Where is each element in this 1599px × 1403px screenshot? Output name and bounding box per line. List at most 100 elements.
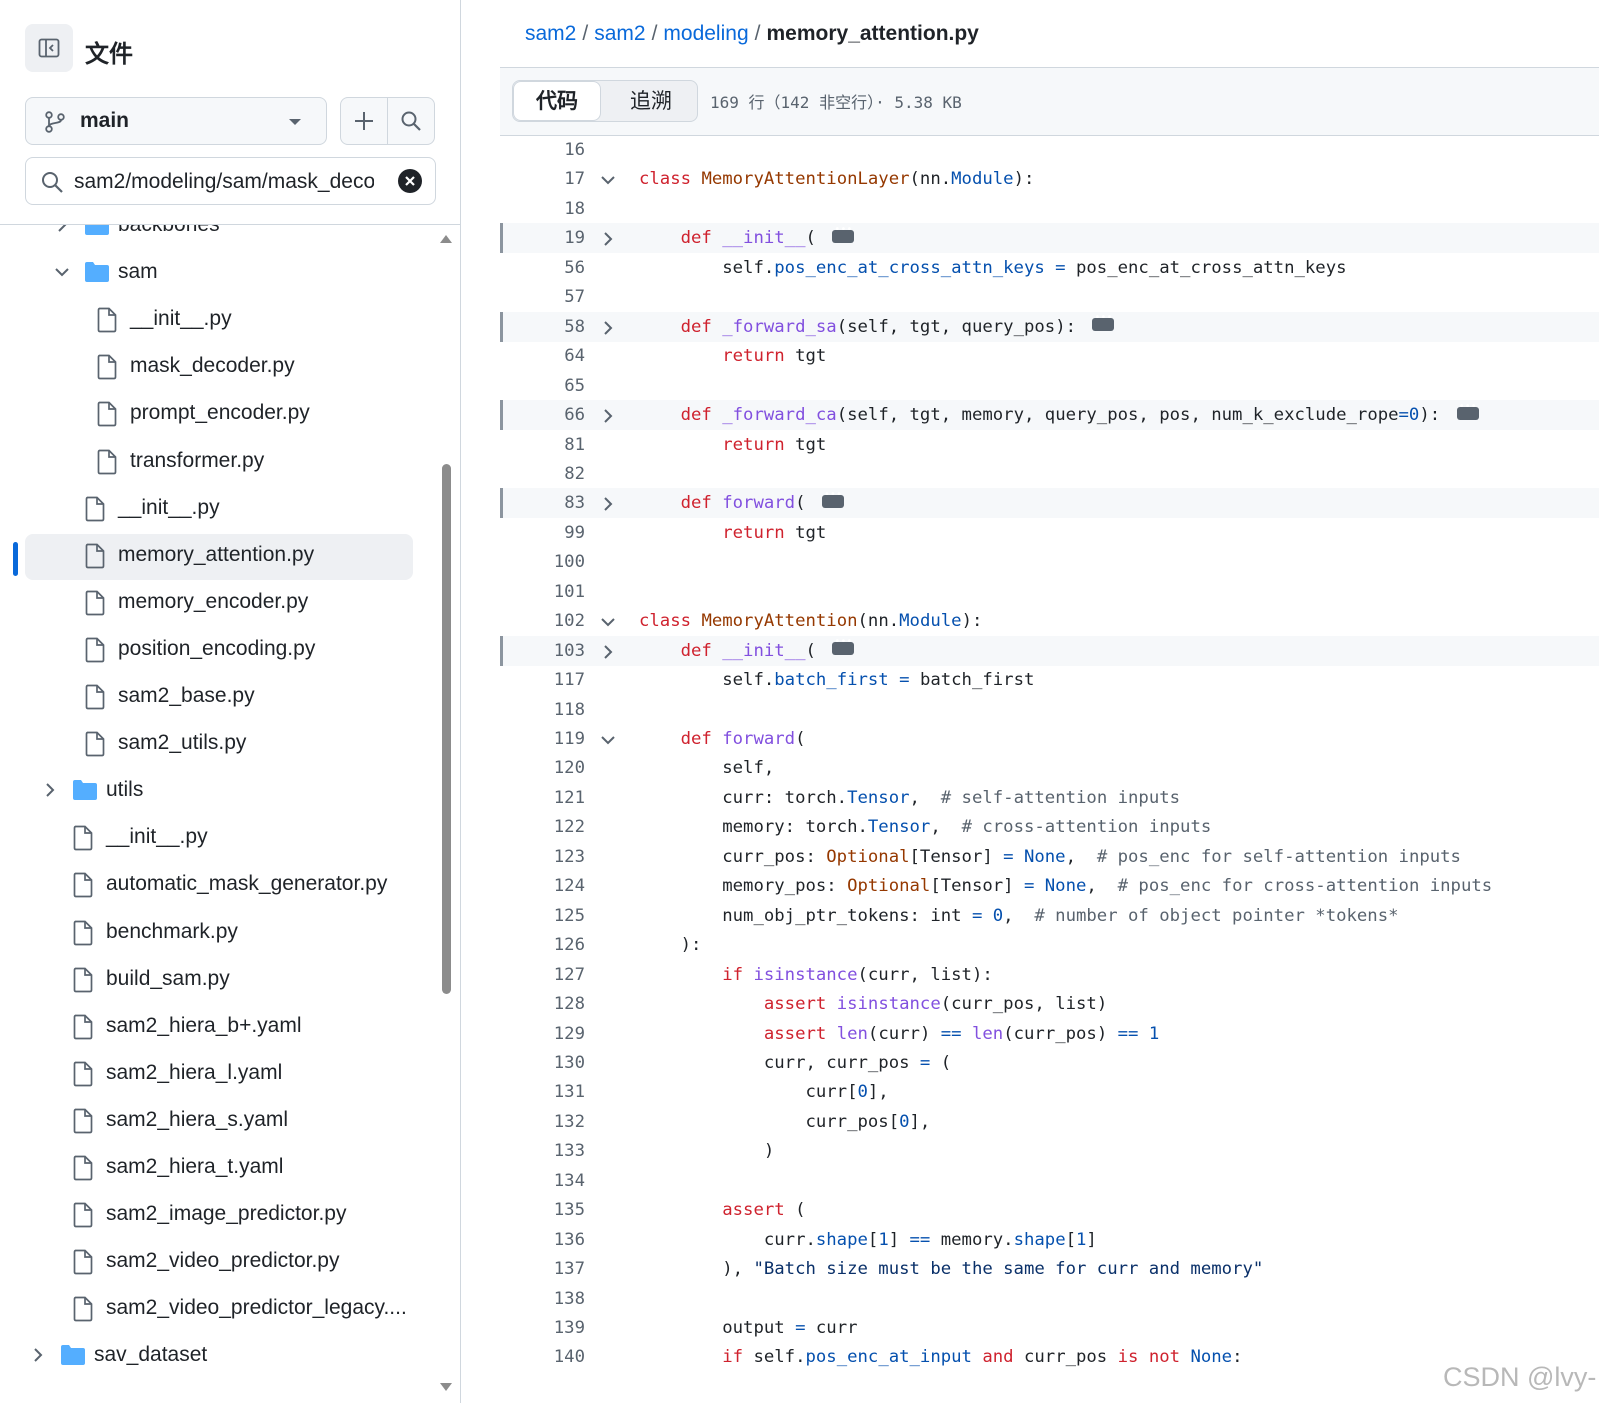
chevron-down-icon[interactable] xyxy=(54,264,70,280)
breadcrumb-link-folder[interactable]: sam2 xyxy=(594,22,645,45)
breadcrumb-link-modeling[interactable]: modeling xyxy=(663,22,748,45)
expand-ellipsis-icon[interactable] xyxy=(1092,312,1115,332)
line-number[interactable]: 130 xyxy=(500,1053,585,1073)
expand-ellipsis-icon[interactable] xyxy=(832,636,855,656)
tree-folder[interactable]: backbones xyxy=(0,225,440,250)
tree-file[interactable]: sam2_image_predictor.py xyxy=(0,1191,440,1239)
line-number[interactable]: 138 xyxy=(500,1289,585,1309)
line-number[interactable]: 16 xyxy=(500,140,585,160)
tree-folder[interactable]: sav_dataset xyxy=(0,1332,440,1380)
clear-input-icon[interactable] xyxy=(398,169,422,193)
line-number[interactable]: 102 xyxy=(500,611,585,631)
add-file-button[interactable] xyxy=(340,97,388,145)
go-to-file-input[interactable]: sam2/modeling/sam/mask_deco xyxy=(25,157,436,205)
tree-file[interactable]: mask_decoder.py xyxy=(0,343,440,391)
line-number[interactable]: 19 xyxy=(500,228,585,248)
scroll-down-arrow-icon[interactable] xyxy=(440,1382,452,1392)
collapse-sidebar-button[interactable] xyxy=(25,24,73,72)
chevron-right-icon[interactable] xyxy=(42,782,58,798)
line-number[interactable]: 139 xyxy=(500,1318,585,1338)
tree-file[interactable]: sam2_hiera_b+.yaml xyxy=(0,1003,440,1051)
chevron-right-icon[interactable] xyxy=(600,231,616,247)
line-number[interactable]: 134 xyxy=(500,1171,585,1191)
chevron-right-icon[interactable] xyxy=(600,408,616,424)
tab-code[interactable]: 代码 xyxy=(513,81,601,121)
line-number[interactable]: 128 xyxy=(500,994,585,1014)
expand-ellipsis-icon[interactable] xyxy=(821,489,844,508)
branch-selector-button[interactable]: main xyxy=(25,97,327,145)
line-number[interactable]: 65 xyxy=(500,376,585,396)
line-number[interactable]: 57 xyxy=(500,287,585,307)
line-number[interactable]: 17 xyxy=(500,169,585,189)
line-number[interactable]: 119 xyxy=(500,729,585,749)
tree-file[interactable]: __init__.py xyxy=(0,814,440,862)
chevron-right-icon[interactable] xyxy=(600,644,616,660)
line-number[interactable]: 99 xyxy=(500,523,585,543)
line-number[interactable]: 82 xyxy=(500,464,585,484)
scroll-up-arrow-icon[interactable] xyxy=(440,234,452,244)
chevron-down-icon[interactable] xyxy=(600,732,616,748)
tree-file[interactable]: sam2_utils.py xyxy=(0,720,440,768)
line-number[interactable]: 121 xyxy=(500,788,585,808)
tree-folder[interactable]: sam xyxy=(0,249,440,297)
tree-file[interactable]: transformer.py xyxy=(0,438,440,486)
line-number[interactable]: 56 xyxy=(500,258,585,278)
line-number[interactable]: 118 xyxy=(500,700,585,720)
tree-file[interactable]: build_sam.py xyxy=(0,956,440,1004)
line-number[interactable]: 117 xyxy=(500,670,585,690)
line-number[interactable]: 129 xyxy=(500,1024,585,1044)
line-number[interactable]: 137 xyxy=(500,1259,585,1279)
tree-file[interactable]: sam2_hiera_t.yaml xyxy=(0,1144,440,1192)
line-number[interactable]: 100 xyxy=(500,552,585,572)
line-number[interactable]: 131 xyxy=(500,1082,585,1102)
line-number[interactable]: 64 xyxy=(500,346,585,366)
chevron-right-icon[interactable] xyxy=(600,320,616,336)
tree-file[interactable]: sam2_base.py xyxy=(0,673,440,721)
expand-ellipsis-icon[interactable] xyxy=(832,224,855,243)
tree-file[interactable]: prompt_encoder.py xyxy=(0,390,440,438)
line-number[interactable]: 101 xyxy=(500,582,585,602)
chevron-right-icon[interactable] xyxy=(30,1347,46,1363)
tree-file[interactable]: sam2_video_predictor_legacy.... xyxy=(0,1285,440,1333)
line-number[interactable]: 133 xyxy=(500,1141,585,1161)
line-number[interactable]: 120 xyxy=(500,758,585,778)
line-number[interactable]: 83 xyxy=(500,493,585,513)
line-number[interactable]: 126 xyxy=(500,935,585,955)
line-number[interactable]: 66 xyxy=(500,405,585,425)
line-number[interactable]: 81 xyxy=(500,435,585,455)
line-number[interactable]: 140 xyxy=(500,1347,585,1367)
scrollbar-thumb[interactable] xyxy=(442,464,451,994)
tree-file[interactable]: memory_attention.py xyxy=(0,532,440,580)
tab-blame[interactable]: 追溯 xyxy=(605,81,697,121)
line-number[interactable]: 122 xyxy=(500,817,585,837)
line-number[interactable]: 18 xyxy=(500,199,585,219)
line-number[interactable]: 125 xyxy=(500,906,585,926)
tree-file[interactable]: sam2_video_predictor.py xyxy=(0,1238,440,1286)
sidebar-scrollbar[interactable] xyxy=(438,232,454,1402)
line-number[interactable]: 123 xyxy=(500,847,585,867)
line-number[interactable]: 58 xyxy=(500,317,585,337)
line-number[interactable]: 124 xyxy=(500,876,585,896)
chevron-right-icon[interactable] xyxy=(54,225,70,233)
line-number[interactable]: 127 xyxy=(500,965,585,985)
tree-item-label: sam2_hiera_s.yaml xyxy=(106,1107,289,1131)
breadcrumb-link-repo[interactable]: sam2 xyxy=(525,22,576,45)
tree-folder[interactable]: utils xyxy=(0,767,440,815)
line-number[interactable]: 135 xyxy=(500,1200,585,1220)
tree-file[interactable]: __init__.py xyxy=(0,485,440,533)
line-number[interactable]: 103 xyxy=(500,641,585,661)
line-number[interactable]: 132 xyxy=(500,1112,585,1132)
tree-file[interactable]: automatic_mask_generator.py xyxy=(0,861,440,909)
tree-file[interactable]: __init__.py xyxy=(0,296,440,344)
tree-file[interactable]: benchmark.py xyxy=(0,909,440,957)
expand-ellipsis-icon[interactable] xyxy=(1456,401,1479,420)
search-code-button[interactable] xyxy=(387,97,435,145)
line-number[interactable]: 136 xyxy=(500,1230,585,1250)
tree-file[interactable]: position_encoding.py xyxy=(0,626,440,674)
chevron-right-icon[interactable] xyxy=(600,496,616,512)
chevron-down-icon[interactable] xyxy=(600,614,616,630)
tree-file[interactable]: sam2_hiera_l.yaml xyxy=(0,1050,440,1098)
tree-file[interactable]: memory_encoder.py xyxy=(0,579,440,627)
tree-file[interactable]: sam2_hiera_s.yaml xyxy=(0,1097,440,1145)
chevron-down-icon[interactable] xyxy=(600,172,616,188)
